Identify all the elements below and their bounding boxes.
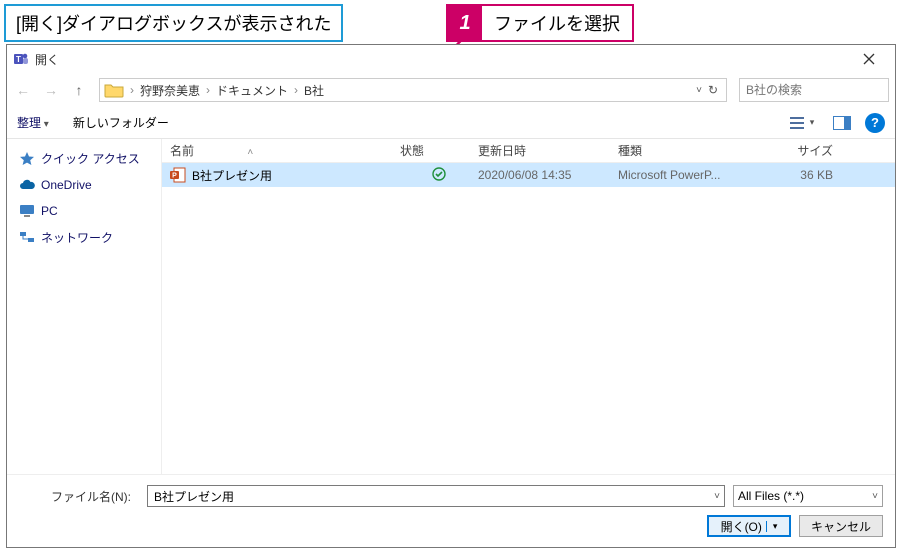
sidebar-item-label: PC: [41, 204, 58, 218]
chevron-right-icon: ›: [128, 83, 136, 97]
nav-up-button[interactable]: ↑: [67, 78, 91, 102]
breadcrumb-seg-documents[interactable]: ドキュメント: [216, 82, 288, 99]
breadcrumb[interactable]: › 狩野奈美恵 › ドキュメント › B社 ˅ ↻: [99, 78, 727, 102]
new-folder-button[interactable]: 新しいフォルダー: [73, 114, 169, 131]
dialog-body: クイック アクセス OneDrive PC ネットワーク: [7, 139, 895, 474]
network-icon: [19, 230, 35, 246]
chevron-down-icon[interactable]: ˅: [714, 491, 720, 502]
callout-step-1: 1 ファイルを選択: [446, 4, 634, 42]
col-header-size[interactable]: サイズ: [753, 142, 833, 159]
toolbar: 整理 新しいフォルダー ▾ ?: [7, 107, 895, 139]
file-type-filter[interactable]: All Files (*.*) ˅: [733, 485, 883, 507]
open-button-splitter-icon[interactable]: ▾: [766, 521, 778, 532]
close-icon: [863, 53, 875, 65]
sort-indicator-icon: ˄: [247, 147, 253, 158]
breadcrumb-dropdown-icon[interactable]: ˅: [696, 85, 702, 96]
column-headers: 名前 ˄ 状態 更新日時 種類 サイズ: [162, 139, 895, 163]
search-input[interactable]: [744, 82, 884, 98]
file-name: B社プレゼン用: [192, 167, 272, 184]
callout-step-1-text: ファイルを選択: [482, 6, 632, 40]
open-button-label: 開く(O): [721, 518, 762, 535]
titlebar: T 開く: [7, 45, 895, 73]
chevron-right-icon: ›: [204, 83, 212, 97]
file-row-selected[interactable]: P B社プレゼン用 2020/06/08 14:35 Microsoft Pow…: [162, 163, 895, 187]
sync-status-available-icon: [432, 167, 446, 184]
sidebar-item-label: OneDrive: [41, 178, 92, 192]
open-button[interactable]: 開く(O) ▾: [707, 515, 791, 537]
refresh-icon[interactable]: ↻: [704, 83, 722, 97]
file-size: 36 KB: [753, 168, 833, 182]
nav-forward-button[interactable]: →: [39, 78, 63, 102]
teams-app-icon: T: [13, 51, 29, 67]
dialog-footer: ファイル名(N): ˅ All Files (*.*) ˅ 開く(O) ▾ キャ…: [7, 474, 895, 547]
close-button[interactable]: [849, 45, 889, 73]
folder-icon: [104, 82, 124, 98]
view-list-icon: [790, 116, 808, 130]
sidebar-item-quick-access[interactable]: クイック アクセス: [7, 145, 161, 172]
sidebar-item-onedrive[interactable]: OneDrive: [7, 172, 161, 198]
chevron-right-icon: ›: [292, 83, 300, 97]
preview-pane-icon: [833, 116, 851, 130]
col-header-kind[interactable]: 種類: [618, 142, 753, 159]
sidebar-item-label: クイック アクセス: [41, 150, 140, 167]
sidebar-item-label: ネットワーク: [41, 229, 113, 246]
powerpoint-file-icon: P: [170, 167, 186, 183]
organize-menu[interactable]: 整理: [17, 114, 49, 131]
col-header-date[interactable]: 更新日時: [478, 142, 618, 159]
callout-dialog-shown: [開く]ダイアログボックスが表示された: [4, 4, 343, 42]
filename-combobox[interactable]: ˅: [147, 485, 725, 507]
col-header-status[interactable]: 状態: [400, 142, 478, 159]
file-kind: Microsoft PowerP...: [618, 168, 753, 182]
sidebar-item-network[interactable]: ネットワーク: [7, 224, 161, 251]
view-options-button[interactable]: ▾: [785, 112, 819, 134]
cloud-icon: [19, 177, 35, 193]
chevron-down-icon: ▾: [810, 117, 815, 128]
sidebar-item-pc[interactable]: PC: [7, 198, 161, 224]
file-type-filter-label: All Files (*.*): [738, 489, 804, 503]
cancel-button[interactable]: キャンセル: [799, 515, 883, 537]
nav-back-button[interactable]: ←: [11, 78, 35, 102]
filename-label: ファイル名(N):: [19, 488, 139, 505]
address-bar-row: ← → ↑ › 狩野奈美恵 › ドキュメント › B社 ˅ ↻: [7, 73, 895, 107]
breadcrumb-seg-current[interactable]: B社: [304, 82, 324, 99]
col-header-name[interactable]: 名前: [170, 144, 194, 158]
file-date: 2020/06/08 14:35: [478, 168, 618, 182]
dialog-title: 開く: [35, 51, 59, 68]
help-button[interactable]: ?: [865, 113, 885, 133]
search-box[interactable]: [739, 78, 889, 102]
breadcrumb-seg-user[interactable]: 狩野奈美恵: [140, 82, 200, 99]
open-dialog-window: T 開く ← → ↑ › 狩野奈美恵 › ドキュメント › B社 ˅ ↻: [6, 44, 896, 548]
pc-icon: [19, 203, 35, 219]
svg-text:P: P: [172, 173, 177, 180]
cancel-button-label: キャンセル: [811, 518, 871, 535]
navigation-pane: クイック アクセス OneDrive PC ネットワーク: [7, 139, 162, 474]
file-list-pane: 名前 ˄ 状態 更新日時 種類 サイズ P B社プレゼン用: [162, 139, 895, 474]
star-icon: [19, 151, 35, 167]
preview-pane-button[interactable]: [825, 112, 859, 134]
filename-input[interactable]: [152, 488, 714, 504]
svg-text:T: T: [16, 55, 21, 64]
callout-step-1-number: 1: [448, 6, 482, 40]
chevron-down-icon: ˅: [872, 491, 878, 502]
